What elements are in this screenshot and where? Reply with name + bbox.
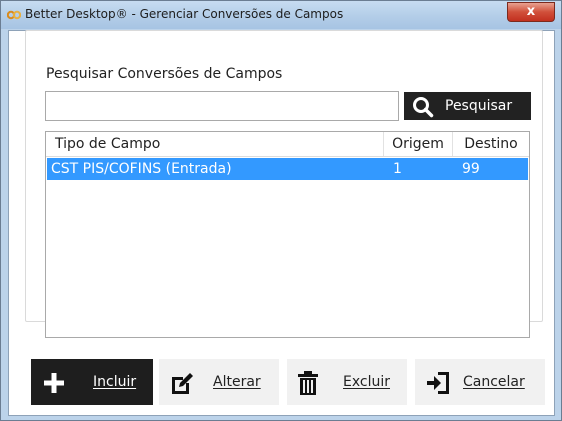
plus-icon: [44, 373, 64, 393]
cancelar-label: Cancelar: [463, 374, 525, 390]
alterar-label: Alterar: [213, 374, 261, 390]
table-row[interactable]: CST PIS/COFINS (Entrada) 1 99: [47, 158, 528, 180]
edit-icon: [172, 373, 193, 394]
search-button[interactable]: Pesquisar: [404, 92, 531, 120]
title-bar[interactable]: Better Desktop® - Gerenciar Conversões d…: [1, 1, 561, 29]
app-logo-icon: [7, 10, 21, 20]
cell-destino: 99: [462, 161, 480, 177]
column-header-tipo[interactable]: Tipo de Campo: [46, 132, 384, 156]
table-header: Tipo de Campo Origem Destino: [46, 132, 529, 157]
column-header-destino[interactable]: Destino: [453, 132, 529, 156]
alterar-button[interactable]: Alterar: [159, 359, 279, 405]
cell-tipo: CST PIS/COFINS (Entrada): [51, 161, 232, 177]
excluir-button[interactable]: Excluir: [287, 359, 407, 405]
window-title: Better Desktop® - Gerenciar Conversões d…: [25, 7, 344, 21]
action-bar: Incluir Alterar Excluir Cancelar: [31, 359, 545, 405]
incluir-button[interactable]: Incluir: [31, 359, 153, 405]
search-label: Pesquisar Conversões de Campos: [46, 66, 283, 82]
close-button[interactable]: x: [507, 2, 555, 22]
cancelar-button[interactable]: Cancelar: [415, 359, 545, 405]
search-icon: [413, 97, 434, 118]
search-input[interactable]: [45, 91, 399, 121]
search-button-label: Pesquisar: [445, 98, 513, 114]
exit-door-icon: [427, 372, 449, 394]
incluir-label: Incluir: [93, 374, 137, 390]
cell-origem: 1: [393, 161, 402, 177]
excluir-label: Excluir: [343, 374, 390, 390]
trash-icon: [298, 371, 318, 395]
conversions-table[interactable]: Tipo de Campo Origem Destino CST PIS/COF…: [45, 131, 530, 338]
column-header-origem[interactable]: Origem: [384, 132, 453, 156]
